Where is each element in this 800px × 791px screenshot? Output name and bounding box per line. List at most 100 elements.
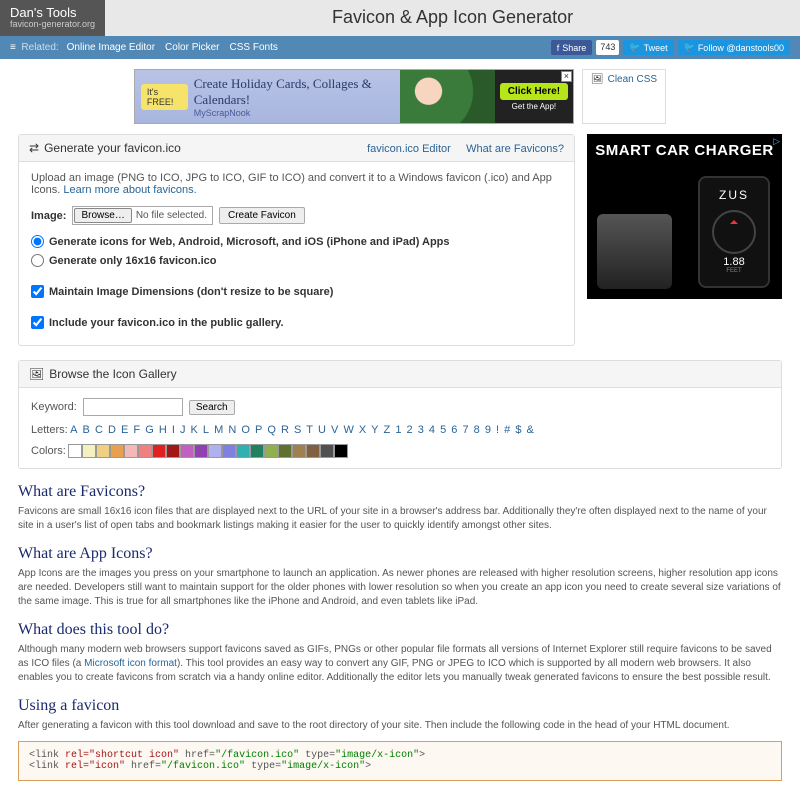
letter-link[interactable]: 8 [474, 424, 480, 436]
color-swatch[interactable] [306, 444, 320, 458]
ad-image [400, 70, 495, 123]
letter-link[interactable]: U [318, 424, 326, 436]
color-swatch[interactable] [320, 444, 334, 458]
letter-link[interactable]: 2 [407, 424, 413, 436]
letter-link[interactable]: Q [267, 424, 276, 436]
radio-web-icons[interactable] [31, 235, 44, 248]
letter-link[interactable]: $ [515, 424, 521, 436]
letter-link[interactable]: A [70, 424, 77, 436]
search-button[interactable]: Search [189, 400, 235, 415]
brand-name: Dan's Tools [10, 6, 95, 20]
radio-16-only[interactable] [31, 254, 44, 267]
color-swatch[interactable] [124, 444, 138, 458]
side-ad[interactable]: ▷ SMART CAR CHARGER ZUS 1.88 FEET [587, 134, 782, 299]
twitter-icon: 🐦 [684, 42, 695, 53]
color-swatch[interactable] [166, 444, 180, 458]
nav-link-image-editor[interactable]: Online Image Editor [67, 42, 155, 53]
letter-link[interactable]: 3 [418, 424, 424, 436]
image-icon: 🖼 [29, 367, 44, 381]
nav-link-css-fonts[interactable]: CSS Fonts [230, 42, 278, 53]
color-swatch[interactable] [152, 444, 166, 458]
letter-link[interactable]: 5 [440, 424, 446, 436]
cleancss-link[interactable]: Clean CSS [608, 74, 657, 85]
what-favicons-link[interactable]: What are Favicons? [466, 143, 564, 155]
keyword-input[interactable] [83, 398, 183, 416]
browse-button[interactable]: Browse… [74, 208, 131, 223]
letter-link[interactable]: 7 [462, 424, 468, 436]
color-swatch[interactable] [222, 444, 236, 458]
file-input[interactable]: Browse… No file selected. [72, 206, 213, 225]
letter-link[interactable]: X [359, 424, 366, 436]
tweet-button[interactable]: 🐦Tweet [623, 40, 673, 55]
color-swatch[interactable] [96, 444, 110, 458]
section-heading-using: Using a favicon [18, 697, 782, 715]
letter-link[interactable]: O [241, 424, 250, 436]
color-swatch[interactable] [82, 444, 96, 458]
nav-link-color-picker[interactable]: Color Picker [165, 42, 219, 53]
color-swatch[interactable] [236, 444, 250, 458]
letter-link[interactable]: D [108, 424, 116, 436]
check-maintain[interactable] [31, 285, 44, 298]
letter-link[interactable]: Y [371, 424, 378, 436]
related-label: Related: [21, 42, 58, 53]
letter-link[interactable]: E [121, 424, 128, 436]
color-swatch[interactable] [208, 444, 222, 458]
letter-link[interactable]: F [133, 424, 140, 436]
color-swatch[interactable] [250, 444, 264, 458]
letter-link[interactable]: B [83, 424, 90, 436]
letter-link[interactable]: G [145, 424, 154, 436]
letter-link[interactable]: L [203, 424, 209, 436]
letter-link[interactable]: # [504, 424, 510, 436]
brand-sub: favicon-generator.org [10, 20, 95, 30]
color-swatch[interactable] [110, 444, 124, 458]
follow-button[interactable]: 🐦Follow @danstools00 [678, 40, 790, 55]
letter-link[interactable]: R [281, 424, 289, 436]
color-swatch[interactable] [334, 444, 348, 458]
ms-icon-format-link[interactable]: Microsoft icon format [84, 658, 177, 669]
ad-click-button[interactable]: Click Here! [500, 83, 568, 100]
learn-more-link[interactable]: Learn more about favicons. [63, 184, 196, 196]
color-swatch[interactable] [264, 444, 278, 458]
section-heading-appicons: What are App Icons? [18, 545, 782, 563]
ad-banner[interactable]: It's FREE! Create Holiday Cards, Collage… [134, 69, 574, 124]
letter-link[interactable]: ! [496, 424, 499, 436]
page-title: Favicon & App Icon Generator [105, 0, 800, 36]
image-icon: 🖼 [591, 74, 604, 85]
create-favicon-button[interactable]: Create Favicon [219, 207, 305, 224]
letter-link[interactable]: Z [384, 424, 391, 436]
color-swatch[interactable] [278, 444, 292, 458]
color-swatch[interactable] [292, 444, 306, 458]
letter-link[interactable]: 4 [429, 424, 435, 436]
ad-close-icon[interactable]: × [561, 71, 572, 82]
letter-link[interactable]: T [306, 424, 313, 436]
color-swatch[interactable] [180, 444, 194, 458]
section-text-appicons: App Icons are the images you press on yo… [18, 567, 782, 609]
opt-maintain: Maintain Image Dimensions (don't resize … [49, 286, 333, 298]
letter-link[interactable]: K [191, 424, 198, 436]
letter-link[interactable]: J [180, 424, 186, 436]
color-swatch[interactable] [138, 444, 152, 458]
check-include[interactable] [31, 316, 44, 329]
side-ad-num: 1.88 [700, 256, 768, 268]
brand-logo[interactable]: Dan's Tools favicon-generator.org [0, 0, 105, 36]
letter-link[interactable]: 6 [451, 424, 457, 436]
editor-link[interactable]: favicon.ico Editor [367, 143, 451, 155]
letter-link[interactable]: W [343, 424, 353, 436]
letter-link[interactable]: C [95, 424, 103, 436]
letter-link[interactable]: I [172, 424, 175, 436]
letter-link[interactable]: 1 [395, 424, 401, 436]
letter-link[interactable]: S [294, 424, 301, 436]
menu-icon[interactable]: ≡ [10, 42, 16, 53]
ad-row: It's FREE! Create Holiday Cards, Collage… [18, 69, 782, 124]
color-swatch[interactable] [68, 444, 82, 458]
letter-link[interactable]: & [527, 424, 534, 436]
letter-link[interactable]: V [331, 424, 338, 436]
fb-share-button[interactable]: fShare [551, 40, 593, 55]
letter-link[interactable]: N [228, 424, 236, 436]
letter-link[interactable]: 9 [485, 424, 491, 436]
color-swatch[interactable] [194, 444, 208, 458]
section-text-tool: Although many modern web browsers suppor… [18, 643, 782, 685]
letter-link[interactable]: M [214, 424, 223, 436]
letter-link[interactable]: P [255, 424, 262, 436]
letter-link[interactable]: H [159, 424, 167, 436]
